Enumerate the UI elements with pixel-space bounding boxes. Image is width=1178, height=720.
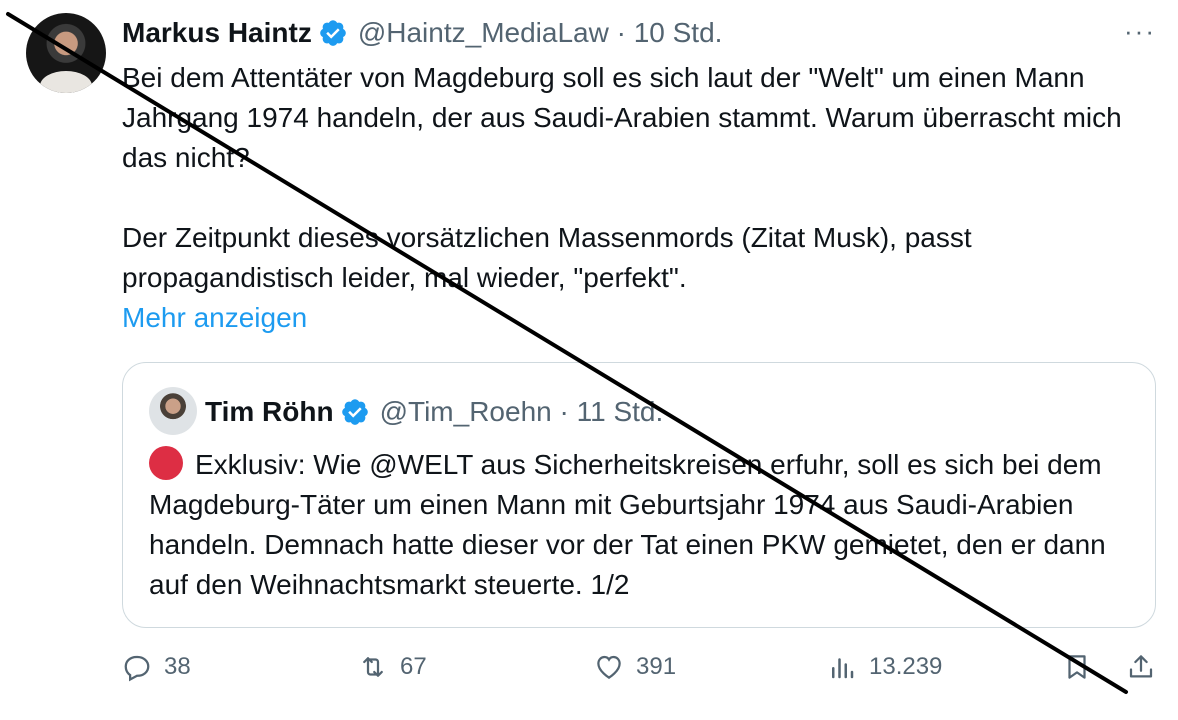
quoted-author-name: Tim Röhn: [205, 396, 334, 427]
like-count: 391: [636, 653, 677, 680]
reply-count: 38: [164, 653, 191, 680]
quoted-author-avatar[interactable]: [149, 387, 197, 435]
tweet-paragraph: Der Zeitpunkt dieses vorsätzlichen Masse…: [122, 222, 972, 293]
retweet-button[interactable]: 67: [358, 652, 427, 682]
author-handle-time[interactable]: @Haintz_MediaLaw · 10 Std.: [358, 17, 723, 49]
views-count: 13.239: [869, 653, 943, 680]
author-avatar[interactable]: [26, 13, 106, 93]
tweet-actions: 38 67 391 13.239: [122, 652, 1162, 692]
quoted-tweet-body: Exklusiv: Wie @WELT aus Sicherheitskreis…: [149, 449, 1106, 600]
share-icon: [1129, 655, 1153, 678]
verified-badge-icon: [341, 399, 368, 425]
verified-badge-icon: [320, 20, 346, 46]
quoted-tweet[interactable]: Tim Röhn @Tim_Roehn · 11 Std. Exklusiv: …: [122, 362, 1156, 628]
bookmark-icon: [1068, 655, 1086, 679]
show-more-link[interactable]: Mehr anzeigen: [122, 298, 1142, 338]
reply-icon: [124, 655, 150, 682]
more-options-icon[interactable]: ···: [1124, 16, 1156, 47]
views-button[interactable]: 13.239: [827, 652, 942, 682]
retweet-icon: [363, 657, 383, 677]
red-circle-emoji-icon: [149, 446, 183, 480]
quoted-tweet-text: Exklusiv: Wie @WELT aus Sicherheitskreis…: [149, 445, 1134, 605]
author-name[interactable]: Markus Haintz: [122, 17, 312, 49]
like-button[interactable]: 391: [594, 652, 676, 682]
tweet-header: Markus Haintz @Haintz_MediaLaw · 10 Std.: [122, 14, 722, 52]
bookmark-button[interactable]: [1062, 652, 1104, 682]
quoted-tweet-header: Tim Röhn @Tim_Roehn · 11 Std.: [205, 393, 663, 431]
tweet-paragraph: Bei dem Attentäter von Magdeburg soll es…: [122, 62, 1122, 173]
share-button[interactable]: [1126, 652, 1168, 682]
reply-button[interactable]: 38: [122, 652, 191, 682]
tweet-text: Bei dem Attentäter von Magdeburg soll es…: [122, 58, 1142, 338]
views-chart-icon: [832, 658, 854, 679]
heart-icon: [597, 655, 621, 679]
retweet-count: 67: [400, 653, 427, 680]
quoted-author-handle-time: @Tim_Roehn · 11 Std.: [379, 396, 664, 427]
